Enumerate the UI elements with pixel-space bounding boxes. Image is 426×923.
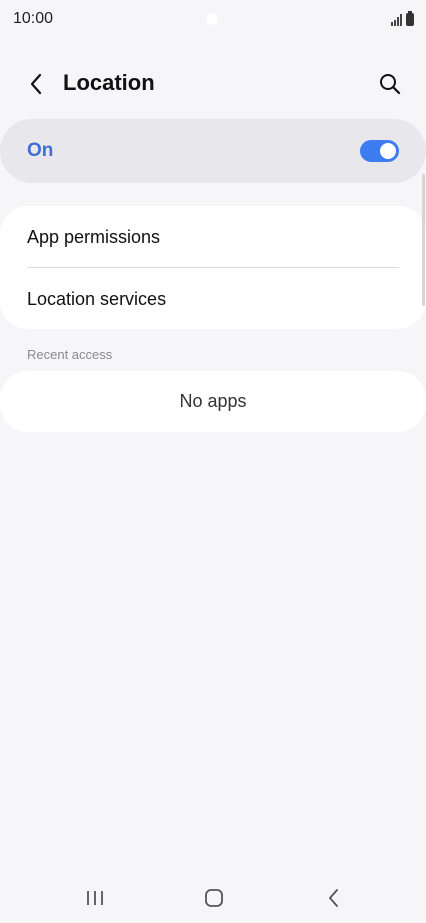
search-icon xyxy=(380,74,401,95)
status-icons xyxy=(391,11,414,26)
signal-icon xyxy=(391,14,402,26)
battery-icon xyxy=(406,11,414,26)
status-time: 10:00 xyxy=(13,10,54,27)
location-toggle-row[interactable]: On xyxy=(0,119,426,183)
toggle-label: On xyxy=(27,140,54,161)
navigation-bar xyxy=(0,870,426,923)
toggle-knob xyxy=(380,143,396,159)
recents-icon xyxy=(87,891,103,905)
settings-card: App permissions Location services xyxy=(0,206,426,329)
search-button[interactable] xyxy=(374,68,406,100)
recent-access-header: Recent access xyxy=(27,347,113,362)
recent-access-card: No apps xyxy=(0,371,426,432)
recents-button[interactable] xyxy=(77,884,113,912)
back-icon xyxy=(329,889,338,907)
home-button[interactable] xyxy=(196,884,232,912)
scrollbar[interactable] xyxy=(422,174,425,306)
status-bar: 10:00 xyxy=(0,0,426,40)
menu-item-label: Location services xyxy=(27,289,167,309)
app-header: Location xyxy=(0,62,426,106)
empty-state-text: No apps xyxy=(179,391,247,411)
location-toggle-switch[interactable] xyxy=(360,140,399,162)
location-services-item[interactable]: Location services xyxy=(0,268,426,329)
back-button[interactable] xyxy=(20,68,52,100)
home-icon xyxy=(205,889,223,907)
camera-cutout xyxy=(206,13,218,25)
menu-item-label: App permissions xyxy=(27,227,161,247)
nav-back-button[interactable] xyxy=(316,884,352,912)
app-permissions-item[interactable]: App permissions xyxy=(0,206,426,267)
chevron-left-icon xyxy=(30,73,42,95)
page-title: Location xyxy=(63,70,155,95)
